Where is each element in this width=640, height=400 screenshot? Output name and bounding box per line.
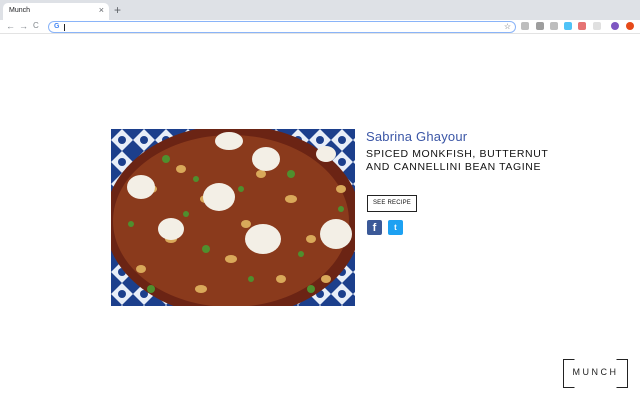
close-tab-icon[interactable]: × bbox=[99, 6, 104, 15]
new-tab-button[interactable]: + bbox=[114, 4, 121, 16]
reload-icon[interactable]: C bbox=[33, 20, 39, 32]
facebook-share-icon[interactable]: f bbox=[367, 220, 382, 235]
tagine-dish-image bbox=[111, 129, 355, 306]
google-icon: G bbox=[54, 23, 60, 30]
extension-icon-4[interactable] bbox=[564, 22, 572, 30]
text-caret bbox=[64, 24, 65, 31]
extension-icon-5[interactable] bbox=[578, 22, 586, 30]
logo-text: MUNCH bbox=[572, 367, 619, 377]
profile-avatar-icon[interactable] bbox=[611, 22, 619, 30]
recipe-photo bbox=[111, 129, 355, 306]
address-bar[interactable]: G ☆ bbox=[48, 21, 516, 33]
recipe-author: Sabrina Ghayour bbox=[366, 129, 468, 144]
extension-icon-6[interactable] bbox=[593, 22, 601, 30]
tab-strip: Munch × + bbox=[0, 0, 640, 20]
munch-logo[interactable]: MUNCH bbox=[563, 359, 628, 388]
forward-arrow-icon[interactable]: → bbox=[19, 20, 28, 32]
tab-munch[interactable]: Munch × bbox=[3, 3, 109, 20]
see-recipe-button[interactable]: SEE RECIPE bbox=[367, 195, 417, 212]
tab-title: Munch bbox=[9, 7, 31, 14]
twitter-share-icon[interactable]: t bbox=[388, 220, 403, 235]
extension-icon-1[interactable] bbox=[521, 22, 529, 30]
extension-icon-2[interactable] bbox=[536, 22, 544, 30]
extension-icon-7[interactable] bbox=[626, 22, 634, 30]
recipe-title: SPICED MONKFISH, BUTTERNUT AND CANNELLIN… bbox=[366, 148, 549, 173]
browser-toolbar: ← → C G ☆ bbox=[0, 20, 640, 34]
back-arrow-icon[interactable]: ← bbox=[6, 20, 15, 32]
star-icon[interactable]: ☆ bbox=[504, 22, 511, 31]
extension-icon-3[interactable] bbox=[550, 22, 558, 30]
